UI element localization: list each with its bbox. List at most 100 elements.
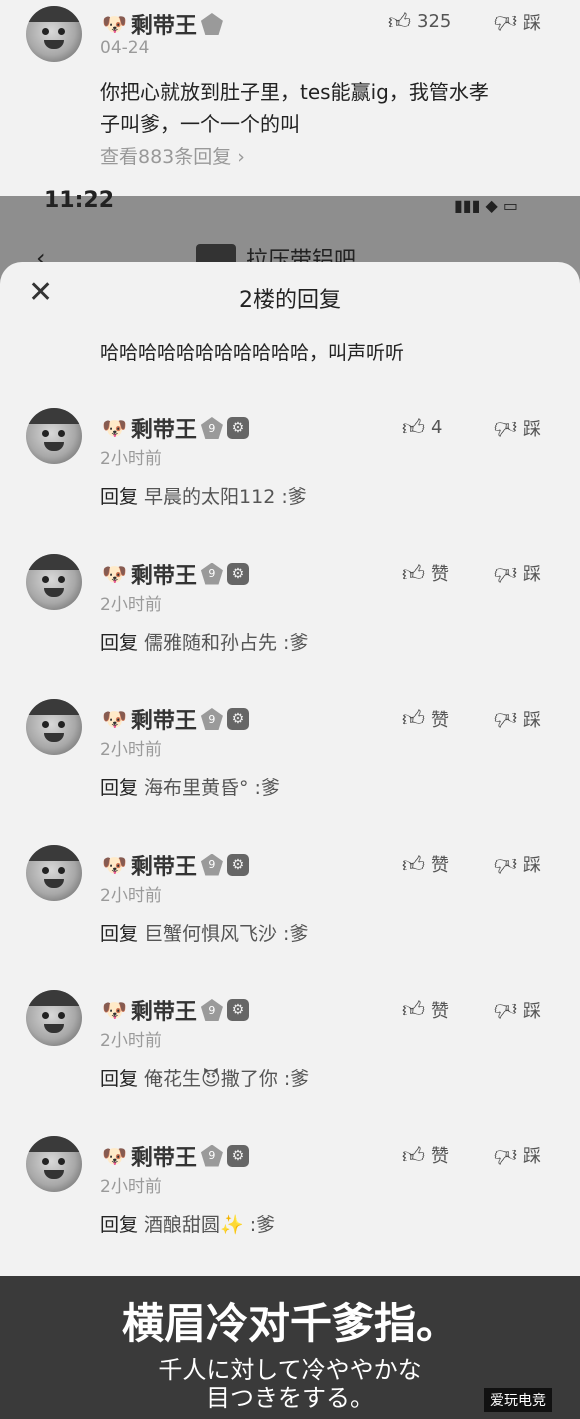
subtitle-bar: 横眉冷对千爹指。 千人に対して冷ややかな 目つきをする。 爱玩电竞 xyxy=(0,1276,580,1419)
username[interactable]: 剩带王 xyxy=(131,703,197,735)
dog-icon: 🐶 xyxy=(102,12,127,36)
username[interactable]: 剩带王 xyxy=(131,994,197,1026)
thumb-down-icon: 👍︎ xyxy=(494,1141,517,1167)
reply-time: 2小时前 xyxy=(100,449,162,469)
view-replies-link[interactable]: 查看883条回复 › xyxy=(100,142,245,169)
level-badge-icon: 9 xyxy=(200,708,223,730)
thumb-down-icon: 👍︎ xyxy=(494,559,517,585)
thumb-up-icon: 👍︎ xyxy=(402,1143,425,1169)
reply-content: 回复 酒酿甜圆✨ :爹 xyxy=(100,1210,275,1237)
like-button[interactable]: 👍︎ 赞 xyxy=(402,560,449,587)
dislike-button[interactable]: 👍︎ 踩 xyxy=(494,705,541,732)
reply-keyword: 回复 xyxy=(100,922,139,945)
thumb-up-icon: 👍︎ xyxy=(402,707,425,732)
reply-target[interactable]: 儒雅随和孙占先 :爹 xyxy=(144,632,308,654)
reply-keyword: 回复 xyxy=(100,777,139,799)
like-count: 325 xyxy=(417,11,452,32)
username[interactable]: 剩带王 xyxy=(131,412,197,444)
reply-time: 2小时前 xyxy=(100,1176,162,1197)
user-row: 🐶 剩带王 9 ⚙ xyxy=(102,849,249,881)
gear-badge-icon: ⚙ xyxy=(226,708,249,730)
dislike-button[interactable]: 👍︎ 踩 xyxy=(494,560,541,587)
reply-target[interactable]: 海布里黄昏° :爹 xyxy=(144,777,280,799)
avatar[interactable] xyxy=(26,6,82,62)
comment-date: 04-24 xyxy=(100,38,150,58)
level-badge-icon: 9 xyxy=(200,999,223,1021)
gear-badge-icon: ⚙ xyxy=(226,853,249,876)
like-button[interactable]: 👍︎ 赞 xyxy=(402,705,449,732)
username[interactable]: 剩带王 xyxy=(131,8,197,40)
level-badge-icon: 9 xyxy=(200,562,223,585)
level-badge-icon: 9 xyxy=(200,853,223,876)
like-button[interactable]: 👍︎ 4 xyxy=(402,414,442,441)
thumb-down-icon: 👍︎ xyxy=(494,705,517,730)
like-label: 赞 xyxy=(431,855,449,876)
gear-badge-icon: ⚙ xyxy=(226,562,249,585)
user-row: 🐶 剩带王 9 ⚙ xyxy=(102,1140,249,1172)
avatar[interactable] xyxy=(26,408,82,464)
gear-badge-icon: ⚙ xyxy=(226,417,249,439)
avatar[interactable] xyxy=(26,699,82,755)
user-row: 🐶 剩带王 xyxy=(102,8,223,40)
reply-target[interactable]: 早晨的太阳112 :爹 xyxy=(144,486,307,508)
reply-content: 回复 早晨的太阳112 :爹 xyxy=(100,482,307,509)
user-row: 🐶 剩带王 9 ⚙ xyxy=(102,412,249,444)
thumb-down-icon: 👍︎ xyxy=(494,8,517,33)
reply-sheet: ✕ 2楼的回复 哈哈哈哈哈哈哈哈哈哈哈，叫声听听 xyxy=(0,262,580,1282)
dislike-label: 踩 xyxy=(523,709,541,731)
reply-time: 2小时前 xyxy=(100,1031,162,1051)
reply-content: 回复 俺花生😈撒了你 :爹 xyxy=(100,1064,309,1091)
quoted-comment: 哈哈哈哈哈哈哈哈哈哈哈，叫声听听 xyxy=(100,342,405,364)
dislike-label: 踩 xyxy=(523,1146,541,1167)
dislike-label: 踩 xyxy=(523,418,541,440)
dog-icon: 🐶 xyxy=(102,1143,127,1168)
status-time: 11:22 xyxy=(44,188,115,213)
dislike-button[interactable]: 👍︎ 踩 xyxy=(494,8,541,35)
like-label: 赞 xyxy=(431,564,449,585)
thumb-down-icon: 👍︎ xyxy=(494,414,517,439)
avatar[interactable] xyxy=(26,553,82,610)
reply-time: 2小时前 xyxy=(100,885,162,906)
dislike-label: 踩 xyxy=(523,12,541,34)
reply-keyword: 回复 xyxy=(100,1068,139,1090)
reply-time: 2小时前 xyxy=(100,594,162,615)
dislike-button[interactable]: 👍︎ 踩 xyxy=(494,851,541,878)
dislike-label: 踩 xyxy=(523,855,541,876)
dislike-button[interactable]: 👍︎ 踩 xyxy=(494,996,541,1023)
user-row: 🐶 剩带王 9 ⚙ xyxy=(102,994,249,1026)
reply-keyword: 回复 xyxy=(100,1213,139,1236)
dog-icon: 🐶 xyxy=(102,707,127,731)
dog-icon: 🐶 xyxy=(102,852,127,877)
reply-time: 2小时前 xyxy=(100,740,162,760)
level-badge-icon: 9 xyxy=(200,1144,223,1167)
reply-target[interactable]: 巨蟹何惧风飞沙 :爹 xyxy=(144,923,308,945)
reply-target[interactable]: 俺花生😈撒了你 :爹 xyxy=(144,1068,309,1090)
dog-icon: 🐶 xyxy=(102,561,127,586)
reply-content: 回复 巨蟹何惧风飞沙 :爹 xyxy=(100,919,308,946)
avatar[interactable] xyxy=(26,1135,82,1192)
level-badge-icon: 9 xyxy=(200,417,223,439)
status-icons: ▮▮▮ ◆ ▭ xyxy=(454,196,519,215)
reply-target[interactable]: 酒酿甜圆✨ :爹 xyxy=(144,1214,275,1236)
level-badge-icon xyxy=(200,13,223,35)
avatar[interactable] xyxy=(26,844,82,901)
dislike-label: 踩 xyxy=(523,564,541,585)
like-button[interactable]: 👍︎ 赞 xyxy=(402,996,449,1023)
subtitle-main: 横眉冷对千爹指。 xyxy=(121,1299,458,1348)
thumb-up-icon: 👍︎ xyxy=(388,10,411,35)
like-button[interactable]: 👍︎ 赞 xyxy=(402,851,449,878)
username[interactable]: 剩带王 xyxy=(131,558,197,590)
reply-keyword: 回复 xyxy=(100,631,139,654)
thumb-down-icon: 👍︎ xyxy=(494,850,517,876)
dislike-button[interactable]: 👍︎ 踩 xyxy=(494,414,541,441)
avatar[interactable] xyxy=(26,990,82,1046)
username[interactable]: 剩带王 xyxy=(131,849,197,881)
like-button[interactable]: 👍︎ 325 xyxy=(388,8,451,35)
like-button[interactable]: 👍︎ 赞 xyxy=(402,1142,449,1169)
thumb-up-icon: 👍︎ xyxy=(402,998,425,1023)
username[interactable]: 剩带王 xyxy=(131,1140,197,1172)
thumb-up-icon: 👍︎ xyxy=(402,852,425,878)
dislike-button[interactable]: 👍︎ 踩 xyxy=(494,1142,541,1169)
dog-icon: 🐶 xyxy=(102,416,127,440)
like-label: 赞 xyxy=(431,1000,449,1022)
